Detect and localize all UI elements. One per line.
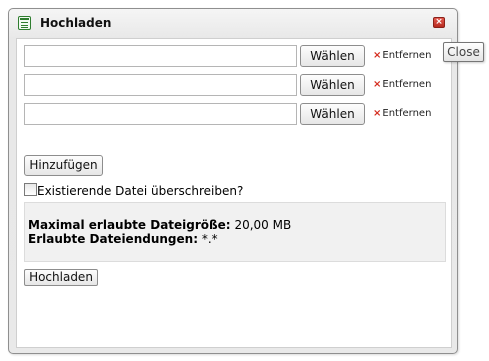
close-tooltip: Close <box>443 42 484 62</box>
dialog-title: Hochladen <box>40 16 112 30</box>
close-icon[interactable]: × <box>433 17 445 28</box>
remove-x-icon: × <box>373 50 382 61</box>
max-size-line: Maximal erlaubte Dateigröße: 20,00 MB <box>28 218 445 232</box>
dialog-titlebar[interactable]: Hochladen × <box>9 9 457 37</box>
choose-button-1[interactable]: Wählen <box>300 45 365 67</box>
extensions-label: Erlaubte Dateiendungen: <box>28 232 198 246</box>
dialog-content: Wählen ×Entfernen Wählen ×Entfernen Wähl… <box>16 38 452 348</box>
file-input-2[interactable] <box>24 74 297 96</box>
upload-button[interactable]: Hochladen <box>24 269 98 286</box>
file-row-2: Wählen ×Entfernen <box>24 74 444 96</box>
remove-label-1: Entfernen <box>382 50 432 61</box>
file-row-1: Wählen ×Entfernen <box>24 45 444 67</box>
remove-link-3[interactable]: ×Entfernen <box>373 108 431 119</box>
remove-x-icon: × <box>373 108 382 119</box>
add-file-button[interactable]: Hinzufügen <box>24 155 103 176</box>
upload-info-box: Maximal erlaubte Dateigröße: 20,00 MB Er… <box>24 202 446 262</box>
upload-dialog: Hochladen × Wählen ×Entfernen Wählen ×En… <box>8 8 458 354</box>
remove-link-2[interactable]: ×Entfernen <box>373 79 431 90</box>
remove-link-1[interactable]: ×Entfernen <box>373 50 431 61</box>
overwrite-label[interactable]: Existierende Datei überschreiben? <box>37 184 243 198</box>
remove-x-icon: × <box>373 79 382 90</box>
form-icon <box>18 16 31 30</box>
remove-label-2: Entfernen <box>382 79 432 90</box>
max-size-label: Maximal erlaubte Dateigröße: <box>28 218 231 232</box>
file-input-3[interactable] <box>24 103 297 125</box>
choose-button-2[interactable]: Wählen <box>300 74 365 96</box>
choose-button-3[interactable]: Wählen <box>300 103 365 125</box>
extensions-line: Erlaubte Dateiendungen: *.* <box>28 232 445 246</box>
file-input-1[interactable] <box>24 45 297 67</box>
max-size-value: 20,00 MB <box>234 218 292 232</box>
extensions-value: *.* <box>201 232 218 246</box>
overwrite-checkbox[interactable] <box>24 183 37 196</box>
file-row-3: Wählen ×Entfernen <box>24 103 444 125</box>
remove-label-3: Entfernen <box>382 108 432 119</box>
